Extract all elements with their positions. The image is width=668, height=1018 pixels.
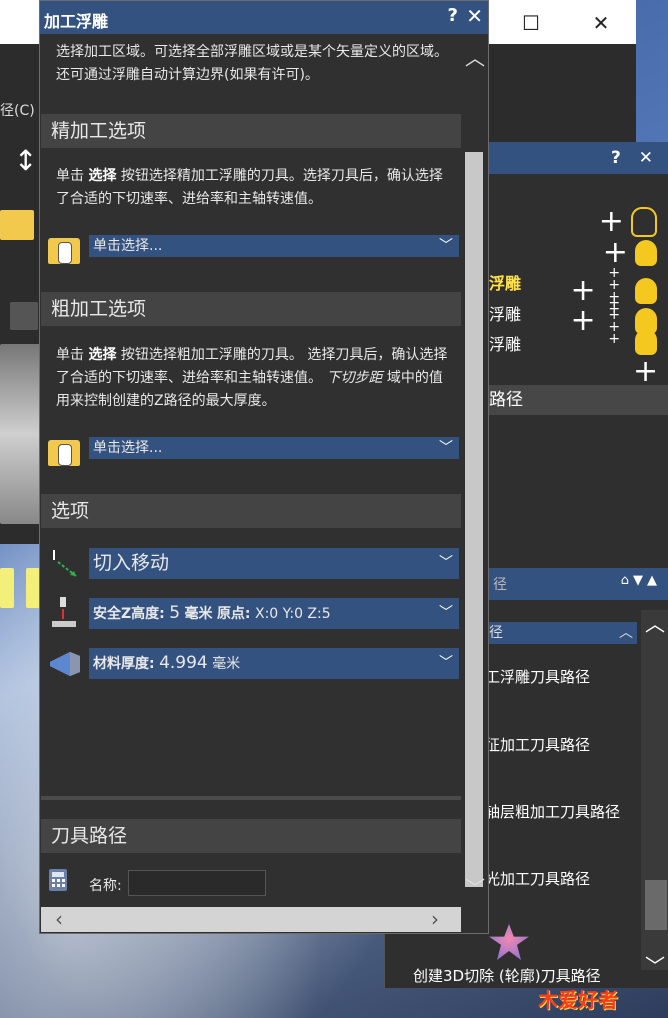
watermark-logo: 木爱好者 [538,988,618,1012]
intro-text: 选择加工区域。可选择全部浮雕区域或是某个矢量定义的区域。还可通过浮雕自动计算边界… [56,44,448,83]
finish-section-header: 精加工选项 [41,114,461,148]
scroll-left-icon[interactable]: ‹ [55,907,63,932]
folder-icon[interactable] [48,238,80,264]
dialog-horizontal-scrollbar[interactable]: ‹ › [41,907,461,932]
toolpath-name-label: 名称: [89,878,122,894]
layer-row-icons: + [633,356,658,386]
rough-tool-select[interactable]: 单击选择... ﹀ [89,437,459,459]
grid-icon[interactable]: + + + + [603,296,627,346]
toolpath-section-header: 刀具路径 [41,819,461,853]
bulb-icon[interactable] [631,206,657,237]
add-icon[interactable]: + [633,356,658,386]
close-icon[interactable]: ✕ [466,4,483,28]
layer-label[interactable]: 浮雕 [489,331,521,355]
add-icon[interactable]: + [570,306,595,336]
yellow-swatch[interactable] [0,568,14,608]
layer-label[interactable]: 浮雕 [489,270,521,294]
lead-in-select[interactable]: 切入移动 ﹀ [89,548,459,579]
3d-cut-icon[interactable] [489,924,529,960]
layer-label[interactable]: 浮雕 [489,301,521,325]
chevron-down-icon: ﹀ [439,655,453,671]
layer-row-icons [635,326,657,356]
scroll-down-icon[interactable]: ﹀ [645,950,665,979]
safe-z-icon [52,597,76,627]
toolpath-dropdown[interactable]: 径 ︿ [485,622,637,644]
toolpath-item[interactable]: 创建3D切除 (轮廓)刀具路径 [413,965,601,986]
dialog-scrollbar[interactable]: ︿ ﹀ [462,34,487,906]
toolpath-name-field[interactable] [128,870,266,896]
dialog-titlebar: 加工浮雕 ? ✕ [40,1,488,34]
help-icon[interactable]: ? [448,5,458,26]
close-icon[interactable]: ✕ [639,148,659,168]
chevron-down-icon: ﹀ [439,555,453,571]
lead-in-icon [53,550,77,577]
divider [41,796,461,800]
dialog-title: 加工浮雕 [44,12,109,31]
chevron-up-icon: ︿ [619,625,633,641]
close-icon[interactable]: ✕ [581,8,621,38]
dialog-content: 选择加工区域。可选择全部浮雕区域或是某个矢量定义的区域。还可通过浮雕自动计算边界… [41,34,461,906]
options-section-header: 选项 [41,494,461,528]
toolpath-item[interactable]: 轴层粗加工刀具路径 [485,801,620,822]
scroll-up-icon[interactable]: ︿ [645,608,665,637]
safe-z-select[interactable]: 安全Z高度: 5 毫米 原点: X:0 Y:0 Z:5 ﹀ [89,598,459,629]
chevron-down-icon: ﹀ [439,440,453,456]
panel-controls[interactable]: ⌂▼▲ [621,573,661,588]
yellow-swatch[interactable] [26,568,40,608]
rough-description: 单击 选择 按钮选择粗加工浮雕的刀具。 选择刀具后，确认选择了合适的下切速率、进… [56,347,448,409]
scroll-thumb[interactable] [465,152,483,887]
maximize-icon[interactable]: ☐ [511,8,551,38]
calculator-icon [49,869,67,891]
preview-image [0,344,42,524]
toolpath-item[interactable]: 征加工刀具路径 [485,734,590,755]
help-icon[interactable]: ? [611,148,627,168]
layer-row-icons: + [599,206,657,237]
chevron-down-icon: ﹀ [439,605,453,621]
toolpath-panel-bar: 径 ⌂▼▲ [485,568,668,600]
finish-tool-select[interactable]: 单击选择... ﹀ [89,235,459,257]
scroll-thumb[interactable] [645,880,667,930]
machine-relief-dialog: 加工浮雕 ? ✕ 选择加工区域。可选择全部浮雕区域或是某个矢量定义的区域。还可通… [39,0,489,934]
toolpath-item[interactable]: 光加工刀具路径 [485,868,590,889]
scroll-up-icon[interactable]: ︿ [464,42,486,71]
layer-row-icons: + [603,237,657,267]
folder-star-icon[interactable] [0,210,34,240]
toolpath-item[interactable]: 工浮雕刀具路径 [485,666,590,687]
bulb-icon[interactable] [635,239,657,266]
add-icon[interactable]: + [599,206,624,236]
finish-description: 单击 选择 按钮选择精加工浮雕的刀具。选择刀具后，确认选择了合适的下切速率、进给… [56,168,443,207]
scroll-down-icon[interactable]: ﹀ [464,872,486,901]
tool-icon[interactable] [10,302,38,330]
add-icon[interactable]: + [603,237,628,267]
resize-icon[interactable]: ↕ [14,144,37,184]
toolpath-fragment: 径 [493,577,507,593]
scroll-right-icon[interactable]: › [431,907,439,932]
chevron-down-icon: ﹀ [439,238,453,254]
material-thickness-icon [50,652,80,676]
section-header: 路径 [485,385,668,415]
material-thickness-select[interactable]: 材料厚度: 4.994 毫米 ﹀ [89,648,459,679]
rough-section-header: 粗加工选项 [41,292,461,326]
bulb-icon[interactable] [635,328,657,355]
folder-icon[interactable] [48,440,80,466]
